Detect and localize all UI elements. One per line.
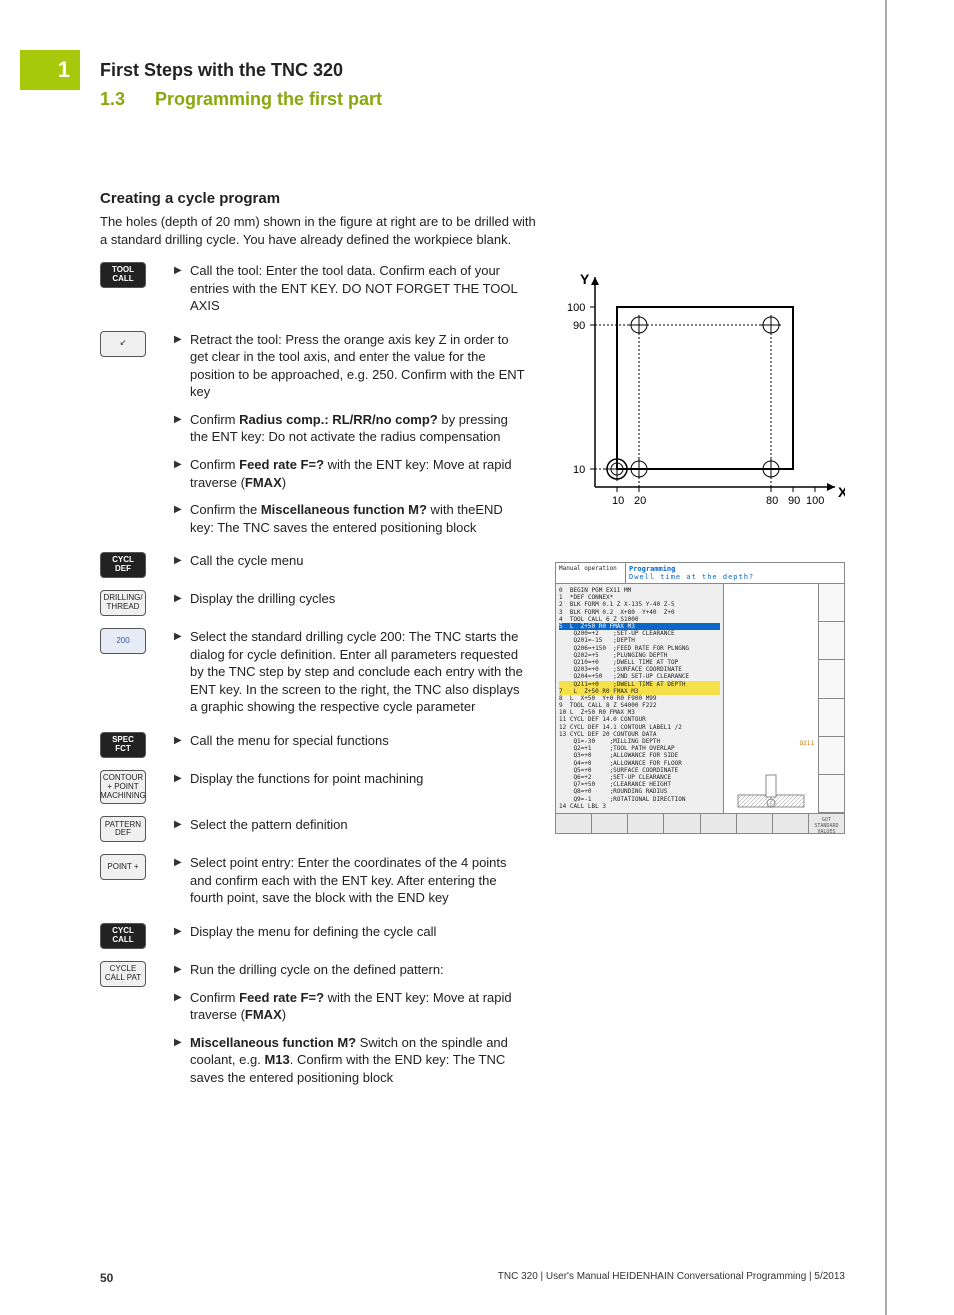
svg-text:20: 20 bbox=[634, 495, 646, 507]
step-text: Display the drilling cycles bbox=[190, 590, 525, 608]
hole-pattern-diagram: X Y 10 20 80 90 bbox=[555, 272, 845, 522]
headings: First Steps with the TNC 320 1.3 Program… bbox=[100, 60, 845, 110]
steps-column: TOOL CALL ▶ Call the tool: Enter the too… bbox=[100, 262, 525, 1102]
step-text: Call the tool: Enter the tool data. Conf… bbox=[190, 262, 525, 315]
triangle-icon: ▶ bbox=[174, 501, 184, 536]
page-edge-rule bbox=[885, 0, 887, 1315]
svg-text:100: 100 bbox=[567, 302, 585, 314]
triangle-icon: ▶ bbox=[174, 854, 184, 907]
datum-icon bbox=[605, 457, 629, 481]
page-number: 50 bbox=[100, 1271, 113, 1285]
hole-marker bbox=[761, 315, 781, 335]
step-text: Display the menu for defining the cycle … bbox=[190, 923, 525, 941]
svg-text:100: 100 bbox=[806, 495, 824, 507]
cycl-def-icon: CYCL DEF bbox=[100, 552, 146, 578]
chapter-tab: 1 bbox=[20, 50, 80, 90]
section-number: 1.3 bbox=[100, 89, 150, 110]
step-text: Call the cycle menu bbox=[190, 552, 525, 570]
point-icon: POINT + bbox=[100, 854, 146, 880]
triangle-icon: ▶ bbox=[174, 411, 184, 446]
step-text: Confirm Radius comp.: RL/RR/no comp? by … bbox=[190, 411, 525, 446]
svg-text:80: 80 bbox=[766, 495, 778, 507]
cycle-200-icon: 200 bbox=[100, 628, 146, 654]
svg-text:10: 10 bbox=[612, 495, 624, 507]
scr-cycle-graphic: Q211 bbox=[723, 584, 818, 813]
step-text: Display the functions for point machinin… bbox=[190, 770, 525, 788]
section-title: Programming the first part bbox=[155, 89, 382, 109]
step-text: Confirm Feed rate F=? with the ENT key: … bbox=[190, 989, 525, 1024]
hole-marker bbox=[629, 315, 649, 335]
scr-title: Programming Dwell time at the depth? bbox=[626, 563, 844, 584]
triangle-icon: ▶ bbox=[174, 628, 184, 716]
step-text: Confirm Feed rate F=? with the ENT key: … bbox=[190, 456, 525, 491]
step-text: Run the drilling cycle on the defined pa… bbox=[190, 961, 525, 979]
triangle-icon: ▶ bbox=[174, 816, 184, 834]
triangle-icon: ▶ bbox=[174, 590, 184, 608]
axis-key-icon: ↙ bbox=[100, 331, 146, 357]
page: 1 First Steps with the TNC 320 1.3 Progr… bbox=[0, 0, 885, 1315]
page-footer: 50 TNC 320 | User's Manual HEIDENHAIN Co… bbox=[100, 1271, 845, 1285]
step-text: Select the standard drilling cycle 200: … bbox=[190, 628, 525, 716]
triangle-icon: ▶ bbox=[174, 1034, 184, 1087]
svg-text:10: 10 bbox=[573, 464, 585, 476]
figures-column: X Y 10 20 80 90 bbox=[555, 262, 845, 1102]
hole-marker bbox=[629, 459, 649, 479]
section-heading: 1.3 Programming the first part bbox=[100, 89, 845, 110]
triangle-icon: ▶ bbox=[174, 552, 184, 570]
intro-paragraph: The holes (depth of 20 mm) shown in the … bbox=[100, 213, 540, 248]
svg-text:90: 90 bbox=[788, 495, 800, 507]
drilling-thread-icon: DRILLING/ THREAD bbox=[100, 590, 146, 616]
x-axis-label: X bbox=[838, 484, 845, 500]
chapter-title: First Steps with the TNC 320 bbox=[100, 60, 845, 81]
subsection-title: Creating a cycle program bbox=[100, 190, 845, 207]
pattern-def-icon: PATTERN DEF bbox=[100, 816, 146, 842]
cycle-call-pat-icon: CYCLE CALL PAT bbox=[100, 961, 146, 987]
scr-softkey-row: GOT STANDARD VALUES bbox=[556, 813, 844, 833]
tool-call-icon: TOOL CALL bbox=[100, 262, 146, 288]
triangle-icon: ▶ bbox=[174, 732, 184, 750]
scr-code-listing: 0 BEGIN PGM EX11 MM1 *DEF CONNEX*2 BLK F… bbox=[556, 584, 723, 813]
triangle-icon: ▶ bbox=[174, 456, 184, 491]
svg-text:90: 90 bbox=[573, 320, 585, 332]
step-text: Select point entry: Enter the coordinate… bbox=[190, 854, 525, 907]
triangle-icon: ▶ bbox=[174, 331, 184, 401]
cycl-call-icon: CYCL CALL bbox=[100, 923, 146, 949]
scr-mode: Manual operation bbox=[556, 563, 626, 584]
doc-info: TNC 320 | User's Manual HEIDENHAIN Conve… bbox=[498, 1271, 845, 1285]
hole-marker bbox=[761, 459, 781, 479]
triangle-icon: ▶ bbox=[174, 923, 184, 941]
triangle-icon: ▶ bbox=[174, 961, 184, 979]
contour-point-icon: CONTOUR + POINT MACHINING bbox=[100, 770, 146, 804]
triangle-icon: ▶ bbox=[174, 989, 184, 1024]
y-axis-label: Y bbox=[580, 272, 590, 287]
scr-softkey-column bbox=[818, 584, 844, 813]
triangle-icon: ▶ bbox=[174, 770, 184, 788]
step-text: Call the menu for special functions bbox=[190, 732, 525, 750]
tnc-screenshot: Manual operation Programming Dwell time … bbox=[555, 562, 845, 834]
spec-fct-icon: SPEC FCT bbox=[100, 732, 146, 758]
step-text: Select the pattern definition bbox=[190, 816, 525, 834]
step-text: Retract the tool: Press the orange axis … bbox=[190, 331, 525, 401]
step-text: Confirm the Miscellaneous function M? wi… bbox=[190, 501, 525, 536]
triangle-icon: ▶ bbox=[174, 262, 184, 315]
step-text: Miscellaneous function M? Switch on the … bbox=[190, 1034, 525, 1087]
